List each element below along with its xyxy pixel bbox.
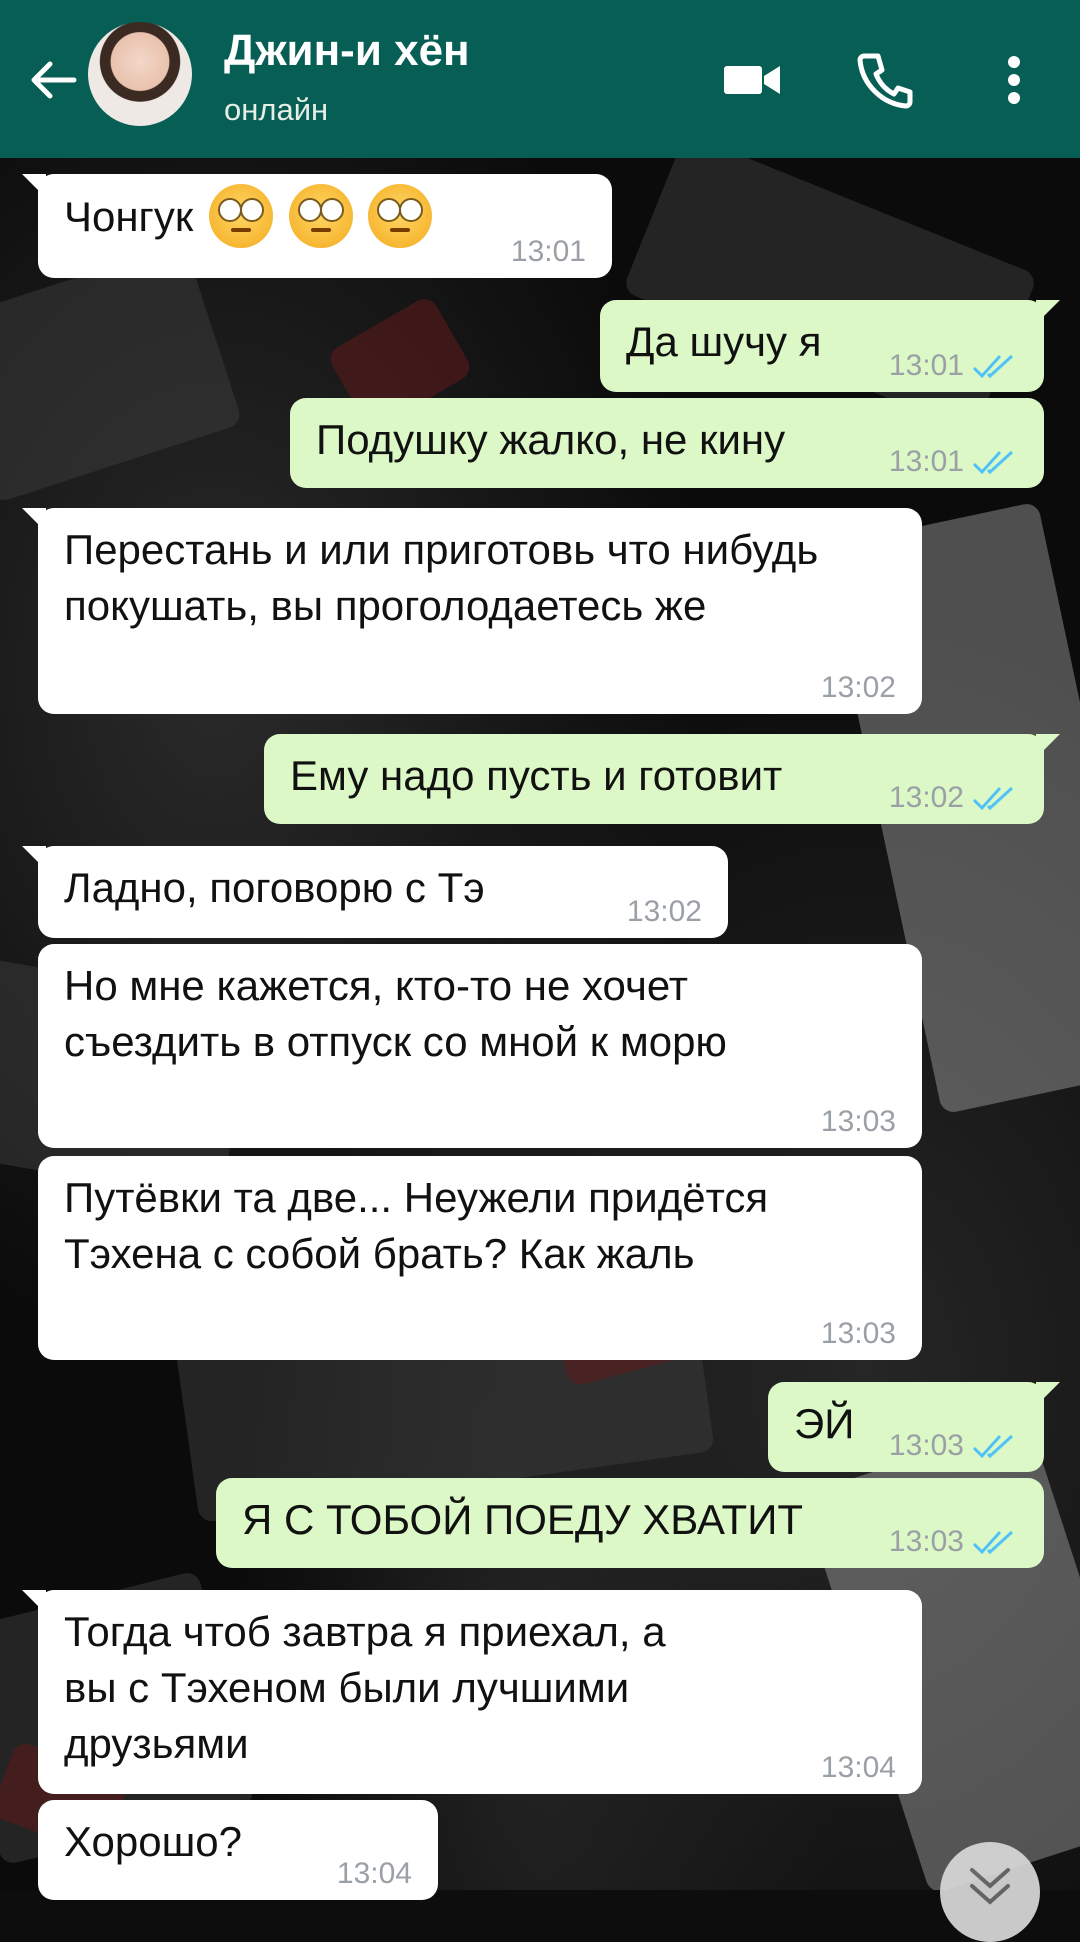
message-time: 13:02 — [626, 895, 702, 928]
double-check-icon — [972, 1530, 1014, 1555]
message-time: 13:03 — [820, 1317, 896, 1350]
message-outgoing[interactable]: Подушку жалко, не кину 13:01 — [290, 398, 1044, 488]
face-with-rolling-eyes-emoji — [368, 184, 433, 248]
message-text: Подушку жалко, не кину — [316, 416, 786, 463]
message-outgoing[interactable]: Я С ТОБОЙ ПОЕДУ ХВАТИТ 13:03 — [216, 1478, 1044, 1568]
message-incoming[interactable]: Но мне кажется, кто-то не хочет съездить… — [38, 944, 922, 1148]
message-text: Но мне кажется, кто-то не хочет съездить… — [64, 962, 727, 1065]
phone-icon[interactable] — [852, 48, 916, 112]
message-incoming[interactable]: Хорошо? 13:04 — [38, 1800, 438, 1900]
chat-header: Джин-и хён онлайн — [0, 0, 1080, 158]
message-incoming[interactable]: Перестань и или приготовь что нибудь пок… — [22, 508, 922, 714]
video-camera-icon[interactable] — [720, 48, 784, 112]
message-text: Да шучу я — [626, 318, 822, 365]
message-text: Перестань и или приготовь что нибудь пок… — [64, 526, 819, 629]
message-time: 13:02 — [889, 782, 1018, 814]
double-check-icon — [972, 786, 1014, 811]
message-outgoing[interactable]: ЭЙ 13:03 — [768, 1382, 1060, 1472]
contact-status: онлайн — [224, 92, 329, 127]
double-check-icon — [972, 354, 1014, 379]
message-time: 13:03 — [889, 1526, 1018, 1558]
message-time: 13:01 — [889, 446, 1018, 478]
message-time: 13:02 — [820, 671, 896, 704]
more-vert-icon[interactable] — [982, 48, 1046, 112]
message-time: 13:01 — [889, 350, 1018, 382]
face-with-rolling-eyes-emoji — [208, 184, 273, 248]
arrow-left-icon[interactable] — [24, 52, 80, 108]
double-check-icon — [972, 450, 1014, 475]
message-incoming[interactable]: Ладно, поговорю с Тэ 13:02 — [22, 846, 728, 938]
message-time: 13:04 — [820, 1751, 896, 1784]
double-check-icon — [972, 1434, 1014, 1459]
message-outgoing[interactable]: Ему надо пусть и готовит 13:02 — [264, 734, 1060, 824]
message-text: Чонгук — [64, 193, 194, 241]
message-text: ЭЙ — [794, 1400, 855, 1447]
scroll-down-button[interactable] — [940, 1842, 1040, 1942]
message-outgoing[interactable]: Да шучу я 13:01 — [600, 300, 1060, 392]
message-text: Ладно, поговорю с Тэ — [64, 864, 485, 911]
message-time: 13:04 — [336, 1857, 412, 1890]
message-incoming[interactable]: Путёвки та две... Неужели придётся Тэхен… — [38, 1156, 922, 1360]
chevron-double-down-icon — [970, 1868, 1010, 1905]
message-incoming[interactable]: Тогда чтоб завтра я приехал, а вы с Тэхе… — [22, 1590, 922, 1794]
message-time: 13:03 — [889, 1430, 1018, 1462]
avatar[interactable] — [88, 22, 192, 126]
message-text: Ему надо пусть и готовит — [290, 752, 783, 799]
message-text: Путёвки та две... Неужели придётся Тэхен… — [64, 1174, 769, 1277]
message-time: 13:01 — [510, 235, 586, 268]
contact-name[interactable]: Джин-и хён — [224, 26, 470, 76]
face-with-rolling-eyes-emoji — [288, 184, 353, 248]
message-time: 13:03 — [820, 1105, 896, 1138]
message-text: Тогда чтоб завтра я приехал, а вы с Тэхе… — [64, 1608, 666, 1767]
message-incoming[interactable]: Чонгук 13:01 — [22, 174, 612, 278]
message-text: Я С ТОБОЙ ПОЕДУ ХВАТИТ — [242, 1496, 804, 1543]
message-text: Хорошо? — [64, 1818, 243, 1865]
